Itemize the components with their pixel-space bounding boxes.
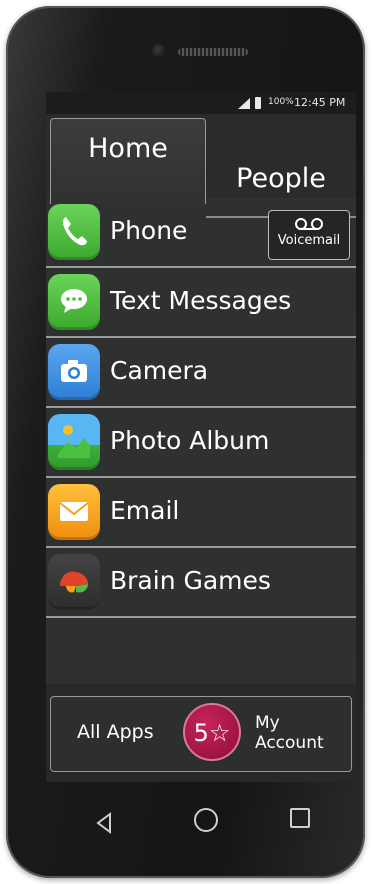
app-label-brain-games: Brain Games xyxy=(110,566,271,595)
voicemail-icon xyxy=(295,218,323,230)
app-row-email[interactable]: Email xyxy=(46,478,356,548)
phone-icon xyxy=(48,204,100,260)
bottom-bar-panel: All Apps 5☆ My Account xyxy=(50,696,352,772)
speaker-grille xyxy=(178,48,248,56)
app-label-phone: Phone xyxy=(110,216,188,245)
nav-bar xyxy=(60,798,350,842)
photo-album-icon xyxy=(48,414,100,470)
app-list: Phone Voicemail Text Messages Camera Pho… xyxy=(46,198,356,618)
envelope-icon xyxy=(48,484,100,540)
app-label-photo-album: Photo Album xyxy=(110,426,270,455)
app-label-camera: Camera xyxy=(110,356,209,385)
tab-people[interactable]: People xyxy=(206,136,356,206)
battery-icon xyxy=(255,97,261,109)
back-icon[interactable] xyxy=(94,812,114,834)
clock: 12:45 PM xyxy=(294,96,346,109)
home-icon[interactable] xyxy=(194,808,218,832)
tab-home[interactable]: Home xyxy=(50,118,206,204)
front-camera-icon xyxy=(152,44,166,58)
bottom-bar: All Apps 5☆ My Account xyxy=(46,684,356,782)
brain-icon xyxy=(48,554,100,610)
app-label-text-messages: Text Messages xyxy=(110,286,292,315)
voicemail-button[interactable]: Voicemail xyxy=(268,210,350,260)
app-row-photo-album[interactable]: Photo Album xyxy=(46,408,356,478)
chat-bubble-icon xyxy=(48,274,100,330)
app-row-camera[interactable]: Camera xyxy=(46,338,356,408)
tab-bar: Home People xyxy=(46,114,356,218)
app-row-text-messages[interactable]: Text Messages xyxy=(46,268,356,338)
recent-apps-icon[interactable] xyxy=(290,808,310,828)
my-account-button[interactable]: My Account xyxy=(255,713,351,753)
voicemail-label: Voicemail xyxy=(277,233,341,248)
signal-icon xyxy=(238,98,250,109)
app-row-brain-games[interactable]: Brain Games xyxy=(46,548,356,618)
five-star-button[interactable]: 5☆ xyxy=(183,703,241,761)
camera-icon xyxy=(48,344,100,400)
app-label-email: Email xyxy=(110,496,180,525)
battery-percent: 100% xyxy=(268,97,294,107)
all-apps-button[interactable]: All Apps xyxy=(77,721,154,743)
screen: 100% 12:45 PM Home People Phone Voicemai… xyxy=(46,92,356,782)
app-row-phone[interactable]: Phone Voicemail xyxy=(46,198,356,268)
status-bar: 100% 12:45 PM xyxy=(46,92,356,114)
